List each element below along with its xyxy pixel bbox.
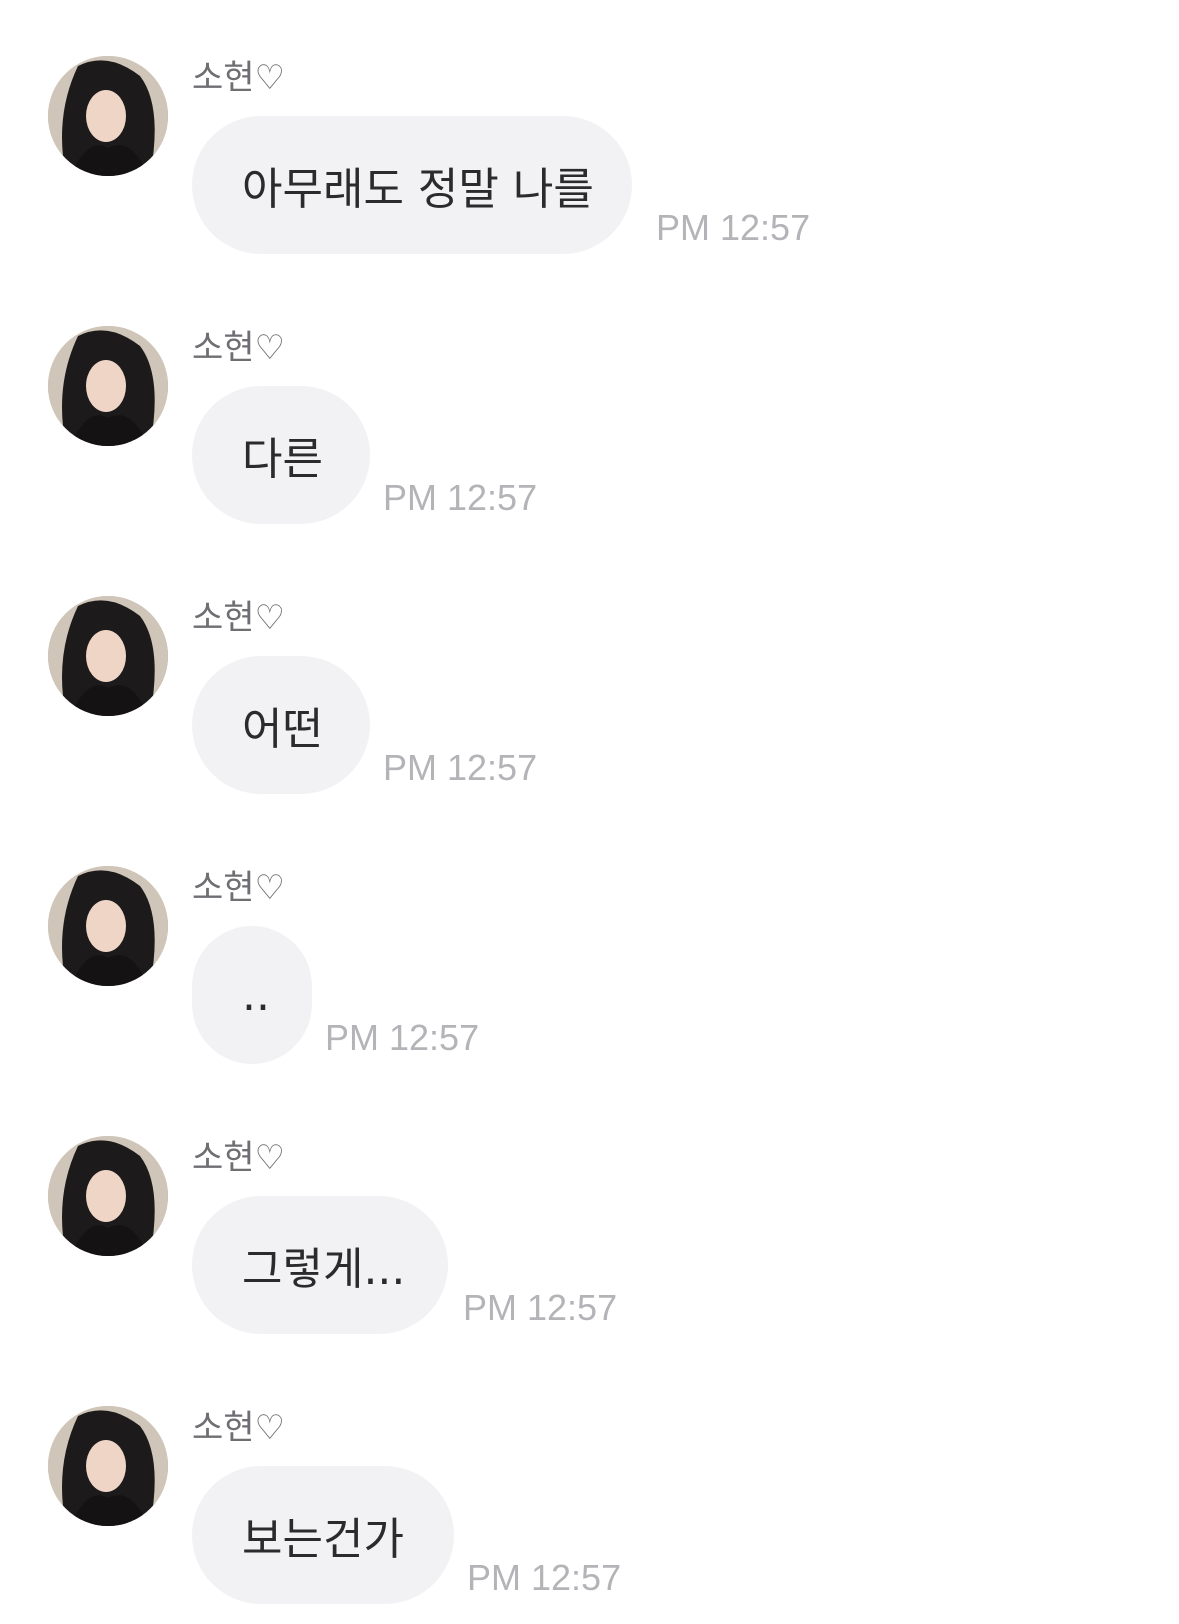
profile-photo-icon bbox=[48, 1406, 168, 1526]
message-row: 소현♡ 보는건가 PM 12:57 bbox=[0, 1406, 1179, 1606]
profile-photo-icon bbox=[48, 1136, 168, 1256]
message-row: 소현♡ 그렇게... PM 12:57 bbox=[0, 1136, 1179, 1336]
sender-name: 소현♡ bbox=[192, 1138, 286, 1178]
message-time: PM 12:57 bbox=[383, 747, 538, 788]
profile-photo-icon bbox=[48, 56, 168, 176]
avatar[interactable] bbox=[48, 56, 168, 176]
profile-photo-icon bbox=[48, 326, 168, 446]
message-bubble[interactable]: 아무래도 정말 나를 bbox=[192, 116, 632, 254]
avatar[interactable] bbox=[48, 596, 168, 716]
chat-thread: 소현♡ 아무래도 정말 나를 PM 12:57 소현♡ 다른 PM 12:57 bbox=[0, 0, 1179, 1624]
avatar[interactable] bbox=[48, 1136, 168, 1256]
sender-name: 소현♡ bbox=[192, 598, 286, 638]
message-bubble[interactable]: 그렇게... bbox=[192, 1196, 448, 1334]
sender-name: 소현♡ bbox=[192, 328, 286, 368]
sender-name: 소현♡ bbox=[192, 868, 286, 908]
avatar[interactable] bbox=[48, 326, 168, 446]
message-time: PM 12:57 bbox=[463, 1287, 618, 1328]
message-row: 소현♡ 어떤 PM 12:57 bbox=[0, 596, 1179, 796]
message-bubble[interactable]: .. bbox=[192, 926, 312, 1064]
avatar[interactable] bbox=[48, 1406, 168, 1526]
message-bubble[interactable]: 보는건가 bbox=[192, 1466, 454, 1604]
message-time: PM 12:57 bbox=[467, 1557, 622, 1598]
message-time: PM 12:57 bbox=[656, 207, 811, 248]
sender-name: 소현♡ bbox=[192, 58, 286, 98]
profile-photo-icon bbox=[48, 866, 168, 986]
message-time: PM 12:57 bbox=[325, 1017, 480, 1058]
message-bubble[interactable]: 다른 bbox=[192, 386, 370, 524]
profile-photo-icon bbox=[48, 596, 168, 716]
sender-name: 소현♡ bbox=[192, 1408, 286, 1448]
message-time: PM 12:57 bbox=[383, 477, 538, 518]
message-row: 소현♡ 아무래도 정말 나를 PM 12:57 bbox=[0, 56, 1179, 256]
message-bubble[interactable]: 어떤 bbox=[192, 656, 370, 794]
avatar[interactable] bbox=[48, 866, 168, 986]
message-row: 소현♡ .. PM 12:57 bbox=[0, 866, 1179, 1066]
message-row: 소현♡ 다른 PM 12:57 bbox=[0, 326, 1179, 526]
